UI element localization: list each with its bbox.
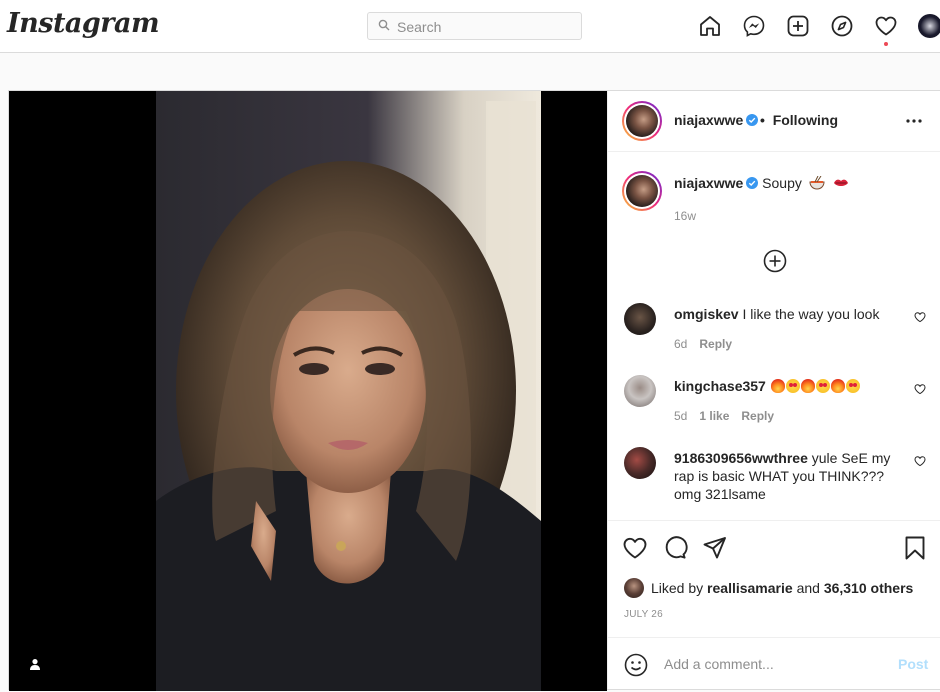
top-nav-bar: Instagram Search — [0, 0, 940, 53]
liked-by-text: Liked by reallisamarie and 36,310 others — [651, 580, 913, 596]
comment-username[interactable]: omgiskev — [674, 306, 739, 322]
comment-bubble-icon[interactable] — [662, 535, 688, 561]
comment-like-heart-icon[interactable] — [914, 311, 926, 323]
verified-badge-icon — [746, 177, 759, 189]
home-icon[interactable] — [696, 12, 724, 40]
liked-by-and: and — [796, 580, 820, 596]
commenter-avatar[interactable] — [624, 447, 656, 479]
post-header: niajaxwwe • Following — [608, 91, 940, 152]
post-date[interactable]: JULY 26 — [624, 609, 663, 620]
like-heart-icon[interactable] — [622, 535, 648, 561]
author-avatar-ring[interactable] — [622, 101, 662, 141]
caption-username[interactable]: niajaxwwe — [674, 175, 743, 191]
post-media[interactable] — [9, 91, 607, 691]
profile-avatar[interactable] — [918, 14, 940, 38]
activity-heart-icon[interactable] — [872, 12, 900, 46]
caption-avatar-ring[interactable] — [622, 171, 662, 211]
comment-body: kingchase357 — [674, 377, 910, 395]
comment-username[interactable]: kingchase357 — [674, 378, 766, 394]
new-post-icon[interactable] — [784, 12, 812, 40]
author-avatar — [626, 105, 658, 137]
comment-username[interactable]: 9186309656wwthree — [674, 450, 808, 466]
notification-dot — [884, 42, 888, 46]
caption-time[interactable]: 16w — [674, 209, 696, 223]
comment-like-heart-icon[interactable] — [914, 383, 926, 395]
comment-time[interactable]: 6d — [674, 337, 687, 351]
author-username-text[interactable]: niajaxwwe — [674, 112, 743, 128]
liked-by-count[interactable]: 36,310 others — [824, 580, 914, 596]
share-send-icon[interactable] — [702, 535, 728, 561]
comment-like-heart-icon[interactable] — [914, 455, 926, 467]
caption-text: Soupy — [762, 175, 802, 191]
instagram-logo[interactable]: Instagram — [7, 8, 160, 39]
liked-by-prefix: Liked by — [651, 580, 704, 596]
fire-emoji — [800, 379, 815, 393]
search-box[interactable]: Search — [367, 12, 582, 40]
comment-body: 9186309656wwthree yule SeE my rap is bas… — [674, 449, 910, 503]
search-icon — [378, 19, 390, 31]
heart-eyes-emoji — [785, 379, 800, 393]
post-sidebar: niajaxwwe • Following niajaxwwe Soupy 16… — [607, 91, 940, 689]
commenter-avatar[interactable] — [624, 375, 656, 407]
post-card: niajaxwwe • Following niajaxwwe Soupy 16… — [8, 90, 940, 691]
more-options-icon[interactable] — [904, 111, 924, 131]
following-button[interactable]: Following — [773, 112, 838, 128]
caption-avatar — [626, 175, 658, 207]
following-status[interactable]: • Following — [760, 112, 838, 128]
emoji-smiley-icon[interactable] — [624, 653, 648, 677]
load-more-comments-icon[interactable] — [763, 249, 787, 273]
comment-likes[interactable]: 1 like — [699, 409, 729, 423]
save-bookmark-icon[interactable] — [902, 535, 928, 561]
messenger-icon[interactable] — [740, 12, 768, 40]
post-comment-button[interactable]: Post — [898, 656, 928, 672]
comment-meta: 6d Reply — [674, 337, 744, 351]
comment-time[interactable]: 5d — [674, 409, 687, 423]
reply-button[interactable]: Reply — [699, 337, 732, 351]
heart-eyes-emoji — [815, 379, 830, 393]
search-placeholder: Search — [397, 19, 442, 35]
user-icon — [30, 659, 40, 670]
liked-by-user[interactable]: reallisamarie — [707, 580, 793, 596]
caption: niajaxwwe Soupy — [674, 175, 849, 191]
verified-badge-icon — [746, 114, 759, 126]
follow-separator: • — [760, 112, 765, 128]
comment-text: I like the way you look — [742, 306, 880, 322]
explore-icon[interactable] — [828, 12, 856, 40]
heart-eyes-emoji — [845, 379, 860, 393]
ramen-emoji — [809, 175, 825, 190]
add-comment-input[interactable]: Add a comment... — [664, 656, 774, 672]
comment-meta: 5d 1 like Reply — [674, 409, 786, 423]
post-photo[interactable] — [156, 91, 541, 691]
author-username[interactable]: niajaxwwe — [674, 112, 759, 128]
liked-by-avatar[interactable] — [624, 578, 644, 598]
fire-emoji — [770, 379, 785, 393]
fire-emoji — [830, 379, 845, 393]
lips-emoji — [833, 179, 848, 186]
post-actions: Liked by reallisamarie and 36,310 others… — [608, 520, 940, 690]
commenter-avatar[interactable] — [624, 303, 656, 335]
add-comment-row: Add a comment... Post — [608, 637, 940, 691]
tagged-users-button[interactable] — [23, 652, 47, 676]
comment-body: omgiskev I like the way you look — [674, 305, 910, 323]
reply-button[interactable]: Reply — [741, 409, 774, 423]
